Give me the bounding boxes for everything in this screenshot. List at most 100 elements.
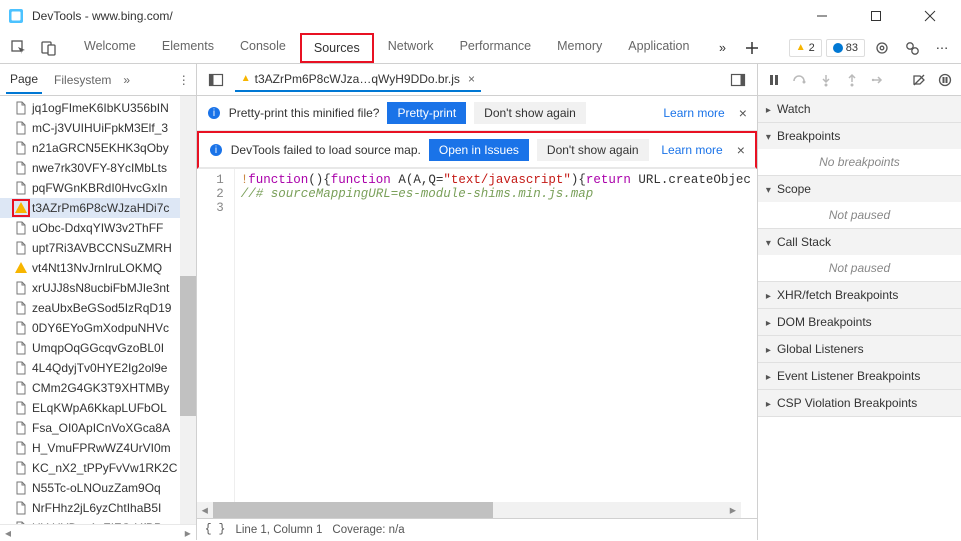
learn-more-link-2[interactable]: Learn more <box>661 143 722 157</box>
editor-tab-close-icon[interactable]: × <box>468 72 475 86</box>
file-item[interactable]: NrFHhz2jL6yzChtIhaB5I <box>0 498 196 518</box>
navtab-page[interactable]: Page <box>6 66 42 94</box>
code-editor[interactable]: 1 2 3 !function(){function A(A,Q="text/j… <box>197 169 757 518</box>
section-label: Global Listeners <box>777 342 864 356</box>
inspect-icon[interactable] <box>6 35 32 61</box>
file-item[interactable]: uObc-DdxqYIW3v2ThFF <box>0 218 196 238</box>
dont-show-button[interactable]: Don't show again <box>474 102 586 124</box>
section-label: DOM Breakpoints <box>777 315 872 329</box>
file-item[interactable]: Fsa_OI0ApICnVoXGca8A <box>0 418 196 438</box>
navtab-filesystem[interactable]: Filesystem <box>50 67 115 93</box>
file-item[interactable]: t3AZrPm6P8cWJzaHDi7c <box>0 198 196 218</box>
file-icon <box>14 441 28 455</box>
code-body[interactable]: !function(){function A(A,Q="text/javascr… <box>235 169 757 518</box>
navtab-more-icon[interactable]: » <box>123 73 130 87</box>
csp-section[interactable]: CSP Violation Breakpoints <box>758 390 961 417</box>
settings-gear-icon[interactable] <box>869 35 895 61</box>
editor-status-bar: { } Line 1, Column 1 Coverage: n/a <box>197 518 757 540</box>
warn-triangle-icon <box>14 261 28 275</box>
svg-text:i: i <box>213 108 215 119</box>
toggle-debugger-icon[interactable] <box>725 67 751 93</box>
file-item[interactable]: CMm2G4GK3T9XHTMBy <box>0 378 196 398</box>
code-comment: //# sourceMappingURL=es-module-shims.min… <box>241 187 594 201</box>
tab-memory[interactable]: Memory <box>545 33 614 63</box>
file-item[interactable]: n21aGRCN5EKHK3qOby <box>0 138 196 158</box>
file-item[interactable]: xrUJJ8sN8ucbiFbMJIe3nt <box>0 278 196 298</box>
step-over-icon[interactable] <box>790 70 810 90</box>
hscroll-right-arrow[interactable]: ▸ <box>180 525 196 541</box>
pretty-print-button[interactable]: Pretty-print <box>387 102 466 124</box>
scrollbar-thumb[interactable] <box>180 276 196 416</box>
dom-section[interactable]: DOM Breakpoints <box>758 309 961 336</box>
file-item[interactable]: nwe7rk30VFY-8YcIMbLts <box>0 158 196 178</box>
file-item[interactable]: KC_nX2_tPPyFvVw1RK2C <box>0 458 196 478</box>
file-item[interactable]: pqFWGnKBRdI0HvcGxIn <box>0 178 196 198</box>
event-listener-section[interactable]: Event Listener Breakpoints <box>758 363 961 390</box>
kebab-menu-icon[interactable]: ⋯ <box>929 35 955 61</box>
pause-on-exceptions-icon[interactable] <box>935 70 955 90</box>
not-paused-text: Not paused <box>758 202 961 228</box>
device-icon[interactable] <box>36 35 62 61</box>
file-item[interactable]: 4L4QdyjTv0HYE2Ig2ol9e <box>0 358 196 378</box>
code-token: "text/javascript" <box>443 173 571 187</box>
file-item[interactable]: mC-j3VUIHUiFpkM3Elf_3 <box>0 118 196 138</box>
deactivate-breakpoints-icon[interactable] <box>909 70 929 90</box>
toggle-nav-icon[interactable] <box>203 67 229 93</box>
more-tabs-icon[interactable]: » <box>709 35 735 61</box>
file-label: KC_nX2_tPPyFvVw1RK2C <box>32 461 177 475</box>
pause-icon[interactable] <box>764 70 784 90</box>
notice1-close-icon[interactable]: × <box>739 105 747 121</box>
minimize-button[interactable] <box>799 1 845 31</box>
xhr-section[interactable]: XHR/fetch Breakpoints <box>758 282 961 309</box>
step-out-icon[interactable] <box>842 70 862 90</box>
file-label: UmqpOqGGcqvGzoBL0I <box>32 341 164 355</box>
dont-show-button-2[interactable]: Don't show again <box>537 139 649 161</box>
file-icon <box>14 221 28 235</box>
file-icon <box>14 161 28 175</box>
step-into-icon[interactable] <box>816 70 836 90</box>
info-icon: i <box>207 106 221 120</box>
not-paused-text: Not paused <box>758 255 961 281</box>
hscroll-left-arrow[interactable]: ◂ <box>0 525 16 541</box>
file-icon <box>14 321 28 335</box>
file-item[interactable]: N55Tc-oLNOuzZam9Oq <box>0 478 196 498</box>
watch-section[interactable]: Watch <box>758 96 961 123</box>
tab-application[interactable]: Application <box>616 33 701 63</box>
file-item[interactable]: jq1ogFImeK6IbKU356bIN <box>0 98 196 118</box>
maximize-button[interactable] <box>853 1 899 31</box>
learn-more-link[interactable]: Learn more <box>663 106 724 120</box>
tab-console[interactable]: Console <box>228 33 298 63</box>
tab-elements[interactable]: Elements <box>150 33 226 63</box>
issues-badge[interactable]: 83 <box>826 39 865 57</box>
navtab-kebab-icon[interactable]: ⋮ <box>178 73 190 87</box>
tab-performance[interactable]: Performance <box>448 33 544 63</box>
file-item[interactable]: ELqKWpA6KkapLUFbOL <box>0 398 196 418</box>
tab-sources[interactable]: Sources <box>300 33 374 63</box>
step-icon[interactable] <box>868 70 888 90</box>
editor-tab[interactable]: ▲ t3AZrPm6P8cWJza…qWyH9DDo.br.js × <box>235 68 481 92</box>
open-in-issues-button[interactable]: Open in Issues <box>429 139 529 161</box>
scope-section: ScopeNot paused <box>758 176 961 229</box>
feedback-icon[interactable] <box>899 35 925 61</box>
notice2-close-icon[interactable]: × <box>737 142 745 158</box>
panel-tabs: Welcome Elements Console Sources Network… <box>72 33 701 63</box>
file-item[interactable]: H_VmuFPRwWZ4UrVI0m <box>0 438 196 458</box>
file-icon <box>14 481 28 495</box>
file-item[interactable]: upt7Ri3AVBCCNSuZMRH <box>0 238 196 258</box>
global-listeners-section[interactable]: Global Listeners <box>758 336 961 363</box>
window-title: DevTools - www.bing.com/ <box>32 9 799 23</box>
code-token: function <box>331 173 391 187</box>
editor-hscroll[interactable]: ◂▸ <box>197 502 741 518</box>
file-item[interactable]: vt4Nt13NvJrnIruLOKMQ <box>0 258 196 278</box>
tab-welcome[interactable]: Welcome <box>72 33 148 63</box>
warn-triangle-icon <box>14 201 28 215</box>
file-item[interactable]: zeaUbxBeGSod5IzRqD19 <box>0 298 196 318</box>
file-item[interactable]: 0DY6EYoGmXodpuNHVc <box>0 318 196 338</box>
braces-icon[interactable]: { } <box>205 523 226 536</box>
add-tab-icon[interactable] <box>739 35 765 61</box>
file-item[interactable]: UmqpOqGGcqvGzoBL0I <box>0 338 196 358</box>
warnings-badge[interactable]: ▲2 <box>789 39 822 57</box>
tab-network[interactable]: Network <box>376 33 446 63</box>
close-button[interactable] <box>907 1 953 31</box>
section-label: CSP Violation Breakpoints <box>777 396 917 410</box>
